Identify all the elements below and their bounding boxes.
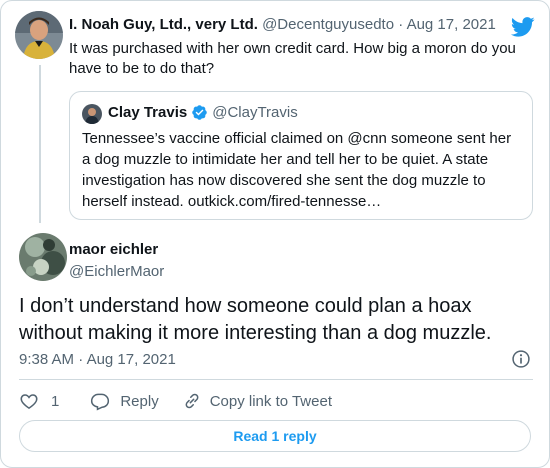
parent-handle[interactable]: @Decentguyusedto (262, 16, 394, 33)
tweet-embed-card: I. Noah Guy, Ltd., very Ltd. @Decentguyu… (0, 0, 550, 468)
main-date: Aug 17, 2021 (86, 351, 176, 368)
copy-link-action[interactable]: Copy link to Tweet (182, 391, 332, 411)
main-separator: · (78, 351, 84, 368)
reply-action[interactable]: Reply (90, 391, 159, 411)
parent-separator: · (398, 16, 404, 33)
quoted-handle[interactable]: @ClayTravis (212, 104, 298, 121)
info-icon[interactable] (511, 349, 531, 369)
main-tweet-text: I don’t understand how someone could pla… (19, 295, 492, 344)
like-count: 1 (51, 392, 60, 410)
link-icon (185, 393, 199, 409)
main-time: 9:38 AM (19, 351, 75, 368)
main-tweet-author: maor eichler @EichlerMaor (69, 241, 164, 280)
quoted-tweet-header: Clay Travis @ClayTravis (108, 104, 298, 121)
quoted-avatar[interactable] (82, 104, 102, 124)
tweet-actions-bar: 1 Reply Copy link to Tweet (19, 390, 332, 412)
parent-avatar[interactable] (15, 11, 63, 59)
actions-divider (19, 379, 533, 380)
quoted-tweet[interactable]: Clay Travis @ClayTravis Tennessee’s vacc… (69, 91, 533, 220)
parent-tweet-text: It was purchased with her own credit car… (69, 40, 516, 77)
main-handle[interactable]: @EichlerMaor (69, 263, 164, 280)
main-avatar[interactable] (19, 233, 67, 281)
quoted-tweet-text: Tennessee’s vaccine official claimed on … (82, 130, 512, 210)
read-replies-button[interactable]: Read 1 reply (19, 420, 531, 452)
thread-connector-line (39, 65, 41, 223)
twitter-bird-icon[interactable] (511, 17, 535, 37)
reply-label: Reply (120, 392, 159, 410)
parent-tweet-header: I. Noah Guy, Ltd., very Ltd. @Decentguyu… (69, 16, 496, 33)
quoted-display-name[interactable]: Clay Travis (108, 104, 187, 121)
verified-badge-icon (192, 105, 207, 120)
heart-icon (20, 394, 38, 409)
reply-icon (91, 393, 110, 411)
copy-link-label: Copy link to Tweet (209, 392, 332, 410)
parent-display-name[interactable]: I. Noah Guy, Ltd., very Ltd. (69, 16, 258, 33)
main-tweet-timestamp[interactable]: 9:38 AM · Aug 17, 2021 (19, 351, 176, 368)
parent-date[interactable]: Aug 17, 2021 (407, 16, 496, 33)
like-action[interactable]: 1 (19, 391, 59, 411)
main-display-name[interactable]: maor eichler (69, 241, 164, 258)
